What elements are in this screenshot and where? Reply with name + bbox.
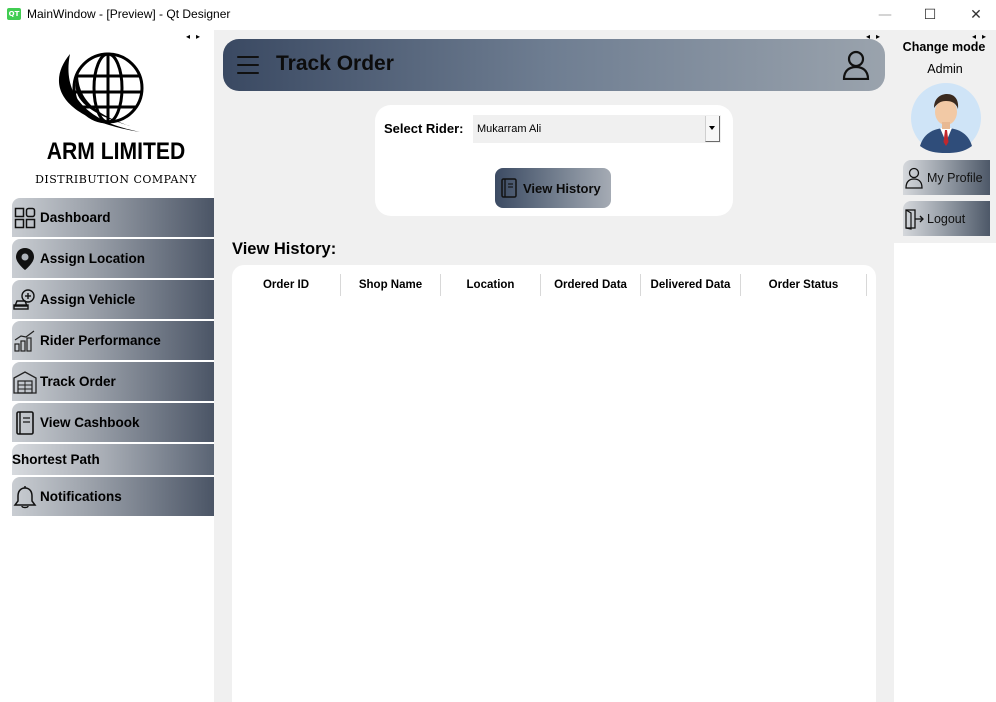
vehicle-add-icon — [13, 288, 37, 312]
view-history-button[interactable]: View History — [495, 168, 611, 208]
window-titlebar: QT MainWindow - [Preview] - Qt Designer … — [0, 0, 996, 30]
sidebar-item-rider-performance[interactable]: Rider Performance — [12, 321, 214, 360]
logout-icon — [905, 208, 924, 230]
sidebar-item-label: Assign Vehicle — [40, 292, 136, 307]
sidebar-item-label: Notifications — [40, 489, 122, 504]
close-button[interactable]: ✕ — [961, 4, 991, 26]
change-mode-label[interactable]: Change mode — [894, 40, 994, 54]
my-profile-label: My Profile — [927, 170, 983, 185]
profile-panel: ◂▸ Change mode Admin My Profile Logout — [894, 30, 996, 243]
sidebar-item-label: View Cashbook — [40, 415, 140, 430]
businessman-avatar-icon — [911, 83, 981, 153]
user-icon[interactable] — [842, 50, 870, 80]
main-content: ◂▸ Track Order Select Rider: Mukarram Al… — [214, 30, 894, 702]
qt-app-icon: QT — [7, 8, 21, 20]
hamburger-icon[interactable] — [237, 56, 259, 75]
sidebar-item-label: Assign Location — [40, 251, 146, 266]
book-icon — [501, 178, 517, 198]
select-rider-card: Select Rider: Mukarram Ali View History — [375, 105, 733, 216]
sidebar-item-notifications[interactable]: Notifications — [12, 477, 214, 516]
role-label: Admin — [927, 62, 963, 76]
page-header: Track Order — [223, 39, 885, 91]
view-history-title: View History: — [232, 240, 337, 258]
column-header-location[interactable]: Location — [441, 274, 541, 296]
performance-chart-icon — [13, 329, 37, 353]
logout-label: Logout — [927, 211, 966, 226]
page-title: Track Order — [276, 52, 394, 75]
rider-selected-value: Mukarram Ali — [477, 123, 542, 135]
table-header: Order ID Shop Name Location Ordered Data… — [232, 274, 867, 296]
column-header-order-id[interactable]: Order ID — [232, 274, 341, 296]
right-panel: ◂▸ Change mode Admin My Profile Logout — [894, 30, 996, 702]
chevron-down-icon[interactable] — [705, 116, 720, 142]
warehouse-icon — [13, 370, 37, 394]
view-history-label: View History — [523, 180, 601, 196]
logout-button[interactable]: Logout — [903, 201, 990, 236]
sidebar-item-dashboard[interactable]: Dashboard — [12, 198, 214, 237]
column-header-delivered-data[interactable]: Delivered Data — [641, 274, 741, 296]
bell-icon — [13, 485, 37, 509]
brand-name: ARM LIMITED — [46, 138, 186, 165]
select-rider-label: Select Rider: — [384, 121, 464, 136]
sidebar-item-label: Shortest Path — [12, 452, 100, 467]
sidebar-item-label: Rider Performance — [40, 333, 161, 348]
window-title: MainWindow - [Preview] - Qt Designer — [27, 7, 231, 21]
history-table[interactable]: Order ID Shop Name Location Ordered Data… — [232, 265, 876, 702]
column-header-ordered-data[interactable]: Ordered Data — [541, 274, 641, 296]
sidebar-item-label: Dashboard — [40, 210, 111, 225]
rider-combobox[interactable]: Mukarram Ali — [473, 115, 721, 143]
sidebar-item-view-cashbook[interactable]: View Cashbook — [12, 403, 214, 442]
left-sidebar: ◂▸ ARM LIMITED DISTRIBUTION COMPANY Dash… — [0, 30, 214, 702]
sidebar-item-shortest-path[interactable]: Shortest Path — [12, 444, 214, 475]
minimize-button[interactable]: — — [870, 4, 900, 26]
sidebar-item-assign-location[interactable]: Assign Location — [12, 239, 214, 278]
maximize-button[interactable]: ☐ — [915, 4, 945, 26]
sidebar-item-label: Track Order — [40, 374, 116, 389]
cashbook-icon — [13, 410, 37, 435]
splitter-arrows-icon[interactable]: ◂▸ — [186, 32, 206, 41]
profile-icon — [905, 167, 923, 189]
brand-subtitle: DISTRIBUTION COMPANY — [35, 173, 197, 186]
location-pin-icon — [13, 247, 37, 271]
dashboard-grid-icon — [13, 206, 37, 230]
column-header-shop-name[interactable]: Shop Name — [341, 274, 441, 296]
sidebar-item-track-order[interactable]: Track Order — [12, 362, 214, 401]
my-profile-button[interactable]: My Profile — [903, 160, 990, 195]
column-header-order-status[interactable]: Order Status — [741, 274, 867, 296]
sidebar-item-assign-vehicle[interactable]: Assign Vehicle — [12, 280, 214, 319]
